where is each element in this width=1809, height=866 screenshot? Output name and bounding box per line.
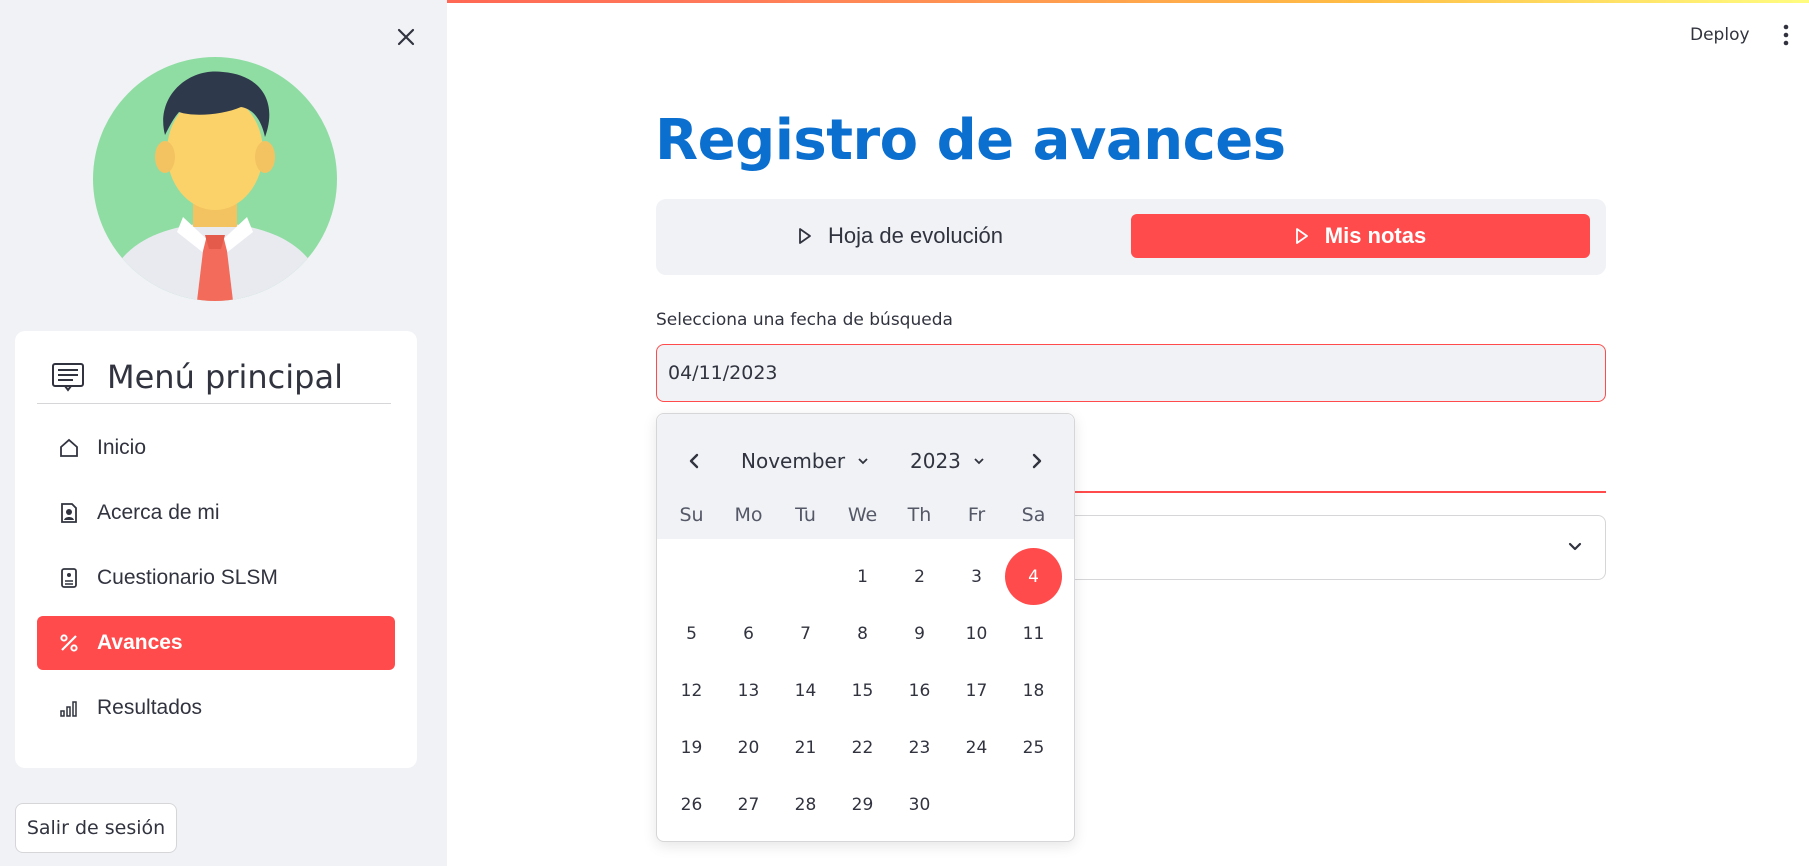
tab-hoja-de-evolucion[interactable]: Hoja de evolución: [671, 214, 1130, 258]
percent-icon: [57, 631, 81, 655]
sidebar: Menú principal Inicio Acerca de mi Cuest…: [0, 0, 447, 866]
calendar-day[interactable]: 20: [720, 719, 777, 776]
menu-item-label: Acerca de mi: [97, 501, 220, 524]
weekday-header: Sa: [1021, 504, 1046, 526]
weekday-header: Su: [679, 504, 704, 526]
calendar-day[interactable]: 2: [891, 548, 948, 605]
menu-item-label: Cuestionario SLSM: [97, 566, 278, 589]
menu-header: Menú principal: [37, 351, 391, 404]
menu-item-acerca-de-mi[interactable]: Acerca de mi: [37, 486, 395, 540]
calendar-day[interactable]: 24: [948, 719, 1005, 776]
page-title: Registro de avances: [655, 108, 1286, 173]
date-label: Selecciona una fecha de búsqueda: [656, 310, 953, 330]
calendar-day[interactable]: 18: [1005, 662, 1062, 719]
year-label: 2023: [910, 449, 961, 473]
calendar-day[interactable]: 26: [663, 776, 720, 833]
calendar-day[interactable]: 21: [777, 719, 834, 776]
date-picker-calendar: November 2023 Su Mo Tu We Th Fr Sa 1 2 3 4 5 6 7 8 9 10 1…: [656, 413, 1075, 842]
calendar-day[interactable]: 29: [834, 776, 891, 833]
tab-mis-notas[interactable]: Mis notas: [1131, 214, 1590, 258]
weekday-header: Mo: [734, 504, 763, 526]
tab-label: Hoja de evolución: [828, 223, 1003, 248]
calendar-day[interactable]: 10: [948, 605, 1005, 662]
play-icon: [1295, 227, 1309, 245]
menu-item-label: Avances: [97, 631, 183, 654]
menu-item-resultados[interactable]: Resultados: [37, 681, 395, 735]
calendar-day[interactable]: 8: [834, 605, 891, 662]
calendar-day[interactable]: 28: [777, 776, 834, 833]
chevron-right-icon: [1032, 453, 1042, 469]
weekday-header: Fr: [967, 504, 986, 526]
date-input[interactable]: 04/11/2023: [656, 344, 1606, 402]
logout-button[interactable]: Salir de sesión: [15, 803, 177, 853]
house-icon: [57, 436, 81, 460]
weekday-header: Th: [907, 504, 932, 526]
calendar-day[interactable]: 23: [891, 719, 948, 776]
calendar-day[interactable]: 5: [663, 605, 720, 662]
calendar-day[interactable]: 3: [948, 548, 1005, 605]
menu-list-icon: [52, 363, 84, 392]
weekday-header: We: [847, 504, 878, 526]
calendar-day[interactable]: 14: [777, 662, 834, 719]
calendar-day[interactable]: 6: [720, 605, 777, 662]
select-box[interactable]: [1070, 515, 1606, 580]
calendar-day[interactable]: 30: [891, 776, 948, 833]
close-sidebar-button[interactable]: [391, 22, 421, 52]
calendar-day-selected[interactable]: 4: [1005, 548, 1062, 605]
calendar-day[interactable]: 19: [663, 719, 720, 776]
month-label: November: [741, 449, 846, 473]
main-menu: Menú principal Inicio Acerca de mi Cuest…: [15, 331, 417, 768]
tab-bar: Hoja de evolución Mis notas: [656, 199, 1606, 275]
menu-item-label: Inicio: [97, 436, 147, 459]
previous-month-button[interactable]: [679, 446, 709, 476]
bar-chart-icon: [57, 696, 81, 720]
calendar-day[interactable]: 12: [663, 662, 720, 719]
next-month-button[interactable]: [1022, 446, 1052, 476]
section-divider: [1075, 491, 1606, 493]
tab-label: Mis notas: [1324, 223, 1427, 248]
chevron-left-icon: [689, 453, 699, 469]
year-select[interactable]: 2023: [910, 446, 985, 476]
chevron-down-icon: [1568, 542, 1582, 551]
avatar: [93, 57, 337, 301]
calendar-day[interactable]: 22: [834, 719, 891, 776]
calendar-day[interactable]: 15: [834, 662, 891, 719]
menu-item-label: Resultados: [97, 696, 203, 719]
menu-item-inicio[interactable]: Inicio: [37, 421, 395, 475]
deploy-button[interactable]: Deploy: [1680, 20, 1760, 50]
calendar-day[interactable]: 16: [891, 662, 948, 719]
calendar-day[interactable]: 11: [1005, 605, 1062, 662]
calendar-day[interactable]: 27: [720, 776, 777, 833]
calendar-day[interactable]: 17: [948, 662, 1005, 719]
chevron-down-icon: [974, 458, 984, 465]
clipboard-icon: [57, 566, 81, 590]
calendar-day[interactable]: 1: [834, 548, 891, 605]
person-badge-icon: [57, 501, 81, 525]
month-select[interactable]: November: [741, 446, 869, 476]
menu-item-avances[interactable]: Avances: [37, 616, 395, 670]
weekday-header: Tu: [795, 504, 816, 526]
menu-item-cuestionario-slsm[interactable]: Cuestionario SLSM: [37, 551, 395, 605]
close-icon: [397, 28, 415, 46]
calendar-day[interactable]: 25: [1005, 719, 1062, 776]
more-options-icon[interactable]: [1776, 22, 1796, 48]
menu-items: Inicio Acerca de mi Cuestionario SLSM Av…: [37, 421, 395, 746]
calendar-day[interactable]: 13: [720, 662, 777, 719]
calendar-day[interactable]: 9: [891, 605, 948, 662]
calendar-day[interactable]: 7: [777, 605, 834, 662]
chevron-down-icon: [858, 458, 868, 465]
play-icon: [798, 227, 812, 245]
menu-title: Menú principal: [107, 358, 343, 396]
